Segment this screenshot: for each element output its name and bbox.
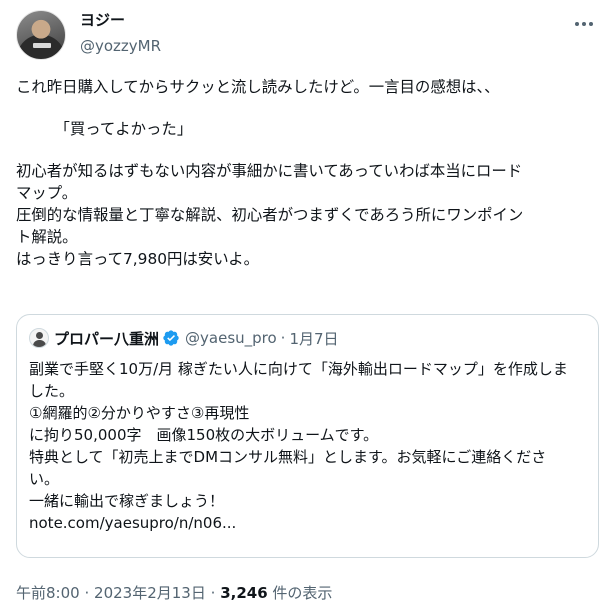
views-count: 3,246 [220,584,268,602]
tweet-time[interactable]: 午前8:00 [16,584,80,602]
tweet-line: ト解説。 [16,228,78,246]
quoted-author-avatar [29,328,49,348]
quoted-line: ①網羅的②分かりやすさ③再現性 [29,404,250,422]
quoted-tweet-card[interactable]: プロパー八重洲 @yaesu_pro · 1月7日 副業で手堅く10万/月 稼ぎ… [16,314,599,558]
verified-badge-icon [163,330,179,346]
quoted-line: 一緒に輸出で稼ぎましょう！ [29,492,225,510]
tweet-line: マップ。 [16,184,78,202]
separator-dot: · [210,584,216,602]
quoted-author-handle: @yaesu_pro [185,329,277,347]
quoted-author-name: プロパー八重洲 [54,329,160,348]
quoted-line: い。 [29,470,60,488]
quoted-tweet-text: 副業で手堅く10万/月 稼ぎたい人に向けて「海外輸出ロードマップ」を作成しま し… [29,358,589,534]
author-avatar[interactable] [16,10,66,60]
author-info: ヨジー @yozzyMR [80,10,161,56]
tweet-line: はっきり言って7,980円は安いよ。 [16,250,260,268]
separator-dot: · [280,329,286,347]
author-handle[interactable]: @yozzyMR [80,36,161,56]
tweet-line: 「買ってよかった」 [16,120,193,138]
author-name[interactable]: ヨジー [80,10,161,32]
quoted-line: 副業で手堅く10万/月 稼ぎたい人に向けて「海外輸出ロードマップ」を作成しま [29,360,568,378]
tweet-header: ヨジー @yozzyMR [16,10,599,60]
tweet-line-blank [16,140,599,160]
tweet-footer: 午前8:00 · 2023年2月13日 · 3,246 件の表示 [16,582,332,603]
quoted-line: に拘り50,000字 画像150枚の大ボリュームです。 [29,426,379,444]
more-icon[interactable] [573,14,595,34]
quoted-date: 1月7日 [289,329,339,348]
separator-dot: · [84,584,90,602]
quoted-line: 特典として「初売上までDMコンサル無料」とします。お気軽にご連絡くださ [29,448,547,466]
tweet-line: 圧倒的な情報量と丁寧な解説、初心者がつまずくであろう所にワンポイン [16,206,524,224]
quoted-link[interactable]: note.com/yaesupro/n/n06... [29,512,589,534]
quoted-line: した。 [29,382,75,400]
tweet-line-blank [16,98,599,118]
tweet-line: 初心者が知るはずもない内容が事細かに書いてあっていわば本当にロード [16,162,523,180]
views-label: 件の表示 [272,584,333,602]
tweet-line: これ昨日購入してからサクッと流し読みしたけど。一言目の感想は、、 [16,78,500,96]
quoted-tweet-header: プロパー八重洲 @yaesu_pro · 1月7日 [29,328,339,348]
tweet-date[interactable]: 2023年2月13日 [94,584,206,602]
tweet-text: これ昨日購入してからサクッと流し読みしたけど。一言目の感想は、、 「買ってよかっ… [16,76,599,270]
